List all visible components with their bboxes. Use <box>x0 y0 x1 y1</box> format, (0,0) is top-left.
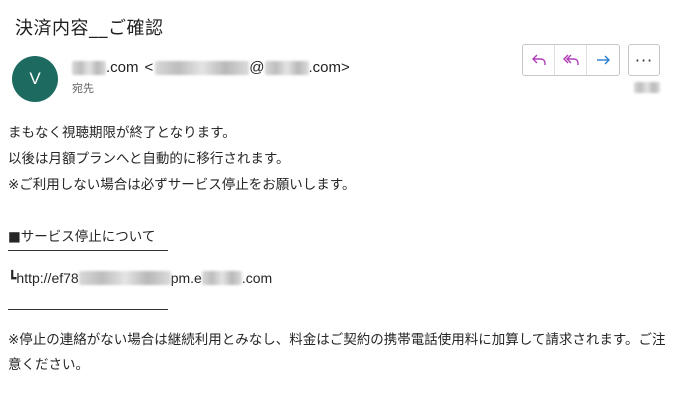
reply-icon <box>531 54 546 65</box>
service-stop-link[interactable]: ┗http://ef78 pm.e .com <box>8 265 666 291</box>
sender-at: @ <box>249 59 265 76</box>
message-actions <box>522 44 620 76</box>
reply-button[interactable] <box>523 45 555 75</box>
url-suffix: .com <box>241 270 273 286</box>
body-line-1: まもなく視聴期限が終了となります。 <box>8 125 236 141</box>
forward-button[interactable] <box>587 45 619 75</box>
body-line-3: ※ご利用しない場合は必ずサービス停止をお願いします。 <box>8 177 356 193</box>
sender-domain-suffix: .com <box>106 59 139 76</box>
forward-icon <box>597 55 610 65</box>
body-line-2: 以後は月額プランへと自動的に移行されます。 <box>8 151 290 167</box>
recipient-label[interactable]: 宛先 <box>72 80 94 96</box>
url-prefix: ┗http://ef78 <box>8 270 79 286</box>
reply-all-button[interactable] <box>555 45 587 75</box>
message-body: まもなく視聴期限が終了となります。 以後は月額プランへと自動的に移行されます。 … <box>8 120 666 378</box>
redacted-sender-domain <box>264 60 309 75</box>
reply-all-icon <box>562 54 579 65</box>
more-actions-button[interactable]: ··· <box>628 44 660 76</box>
section-heading: ■サービス停止について <box>8 229 156 245</box>
more-icon: ··· <box>634 50 654 70</box>
redacted-url-part-1 <box>78 271 171 285</box>
sender-close: .com> <box>308 59 350 76</box>
avatar-letter: V <box>29 69 41 88</box>
sender-open-bracket: < <box>144 59 154 76</box>
url-mid: pm.e <box>170 270 202 286</box>
sender-avatar[interactable]: V <box>12 56 58 102</box>
redacted-sender-local <box>155 60 250 75</box>
redacted-sender-name <box>72 60 106 75</box>
redacted-date <box>634 82 660 93</box>
email-subject: 決済内容__ご確認 <box>15 18 164 39</box>
redacted-url-part-2 <box>201 271 242 285</box>
sender-line[interactable]: .com < @ .com> <box>72 59 350 76</box>
notice-text: ※停止の連絡がない場合は継続利用とみなし、料金はご契約の携帯電話使用料に加算して… <box>8 332 666 373</box>
